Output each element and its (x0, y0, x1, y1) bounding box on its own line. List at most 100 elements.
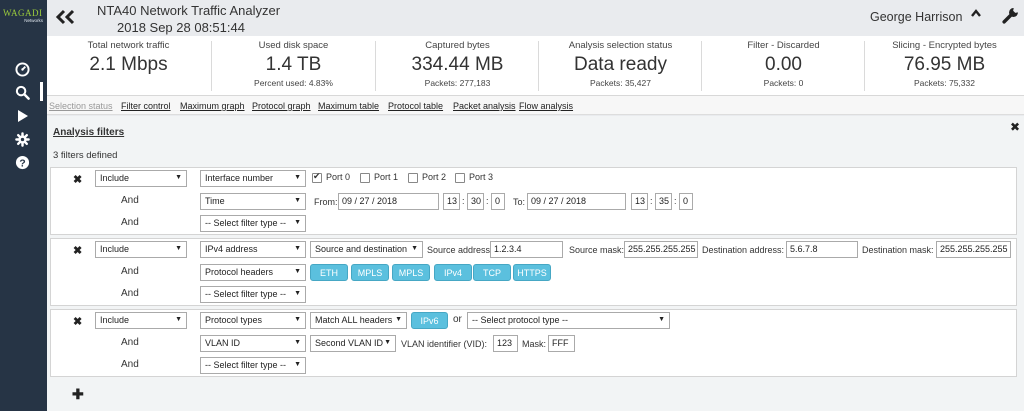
protocol-chip-tcp[interactable]: TCP (473, 264, 511, 281)
dropdown-arrow-icon: ▼ (658, 316, 665, 323)
select-value: -- Select protocol type -- (472, 315, 569, 325)
logo: WAGADI Networks (3, 8, 45, 34)
user-name[interactable]: George Harrison (870, 10, 962, 24)
tab-selection-status[interactable]: Selection status (49, 101, 113, 111)
gear-icon[interactable] (14, 131, 30, 147)
dropdown-arrow-icon: ▼ (175, 316, 182, 323)
datetime: 2018 Sep 28 08:51:44 (117, 20, 245, 35)
port-3-checkbox[interactable] (455, 173, 465, 183)
direction-select[interactable]: Source and destination ▼ (310, 241, 423, 258)
filter-block-2: ✖ Include ▼ IPv4 address ▼ Source and dest… (50, 238, 1017, 306)
protocol-chip-ipv6[interactable]: IPv6 (411, 312, 448, 329)
include-select[interactable]: Include ▼ (95, 241, 187, 258)
stat-value: 1.4 TB (265, 54, 322, 75)
filter-type-select[interactable]: IPv4 address ▼ (200, 241, 306, 258)
play-icon[interactable] (14, 108, 30, 124)
vid-input[interactable]: 123 (493, 335, 518, 352)
stat-slicing-encrypted: Slicing - Encrypted bytes 76.95 MB Packe… (865, 36, 1024, 96)
port-0-checkbox[interactable] (312, 171, 322, 183)
to-second-input[interactable]: 0 (679, 193, 693, 210)
stat-sub: Packets: 35,427 (590, 78, 651, 88)
remove-icon[interactable]: ✖ (73, 315, 82, 328)
stat-filter-discarded: Filter - Discarded 0.00 Packets: 0 (702, 36, 865, 96)
tab-maximum-table[interactable]: Maximum table (318, 101, 379, 111)
tab-maximum-graph[interactable]: Maximum graph (180, 101, 245, 111)
protocol-type-select[interactable]: -- Select protocol type -- ▼ (467, 312, 670, 329)
dropdown-arrow-icon: ▼ (294, 339, 301, 346)
search-icon[interactable] (14, 84, 30, 100)
and-label: And (121, 288, 139, 299)
from-second-input[interactable]: 0 (491, 193, 505, 210)
protocol-chip-mpls[interactable]: MPLS (392, 264, 430, 281)
caret-up-icon[interactable] (970, 8, 982, 21)
stat-label: Captured bytes (425, 40, 490, 51)
from-hour-input[interactable]: 13 (443, 193, 460, 210)
add-filter-type-select[interactable]: -- Select filter type -- ▼ (200, 357, 306, 374)
stat-value: 334.44 MB (411, 54, 504, 75)
and-label: And (121, 217, 139, 228)
wrench-icon[interactable] (1002, 7, 1019, 27)
add-filter-type-select[interactable]: -- Select filter type -- ▼ (200, 286, 306, 303)
filters-count: 3 filters defined (53, 150, 118, 161)
time-separator: : (650, 196, 653, 206)
to-minute-input[interactable]: 35 (655, 193, 672, 210)
from-label: From: (314, 197, 338, 207)
dashboard-icon[interactable] (14, 61, 30, 77)
active-indicator (40, 82, 43, 101)
dropdown-arrow-icon: ▼ (294, 316, 301, 323)
to-hour-input[interactable]: 13 (631, 193, 648, 210)
stat-disk-space: Used disk space 1.4 TB Percent used: 4.8… (212, 36, 375, 96)
tab-packet-analysis[interactable]: Packet analysis (453, 101, 516, 111)
vlan-id-select[interactable]: VLAN ID ▼ (200, 335, 306, 352)
remove-icon[interactable]: ✖ (73, 244, 82, 257)
source-address-input[interactable]: 1.2.3.4 (490, 241, 563, 258)
filter-type-select[interactable]: Protocol types ▼ (200, 312, 306, 329)
source-mask-input[interactable]: 255.255.255.255 (624, 241, 698, 258)
tab-protocol-graph[interactable]: Protocol graph (252, 101, 311, 111)
match-select[interactable]: Match ALL headers ▼ (310, 312, 407, 329)
dropdown-arrow-icon: ▼ (411, 245, 418, 252)
filter-type-select[interactable]: Interface number ▼ (200, 170, 306, 187)
add-icon[interactable]: ✚ (72, 386, 84, 403)
analysis-filters-panel: Analysis filters ✖ 3 filters defined ✖ I… (47, 116, 1024, 411)
port-2-label: Port 2 (422, 172, 447, 182)
dropdown-arrow-icon: ▼ (294, 290, 301, 297)
protocol-chip-https[interactable]: HTTPS (513, 264, 551, 281)
destination-address-input[interactable]: 5.6.7.8 (786, 241, 858, 258)
include-select[interactable]: Include ▼ (95, 312, 187, 329)
include-select[interactable]: Include ▼ (95, 170, 187, 187)
tab-flow-analysis[interactable]: Flow analysis (519, 101, 573, 111)
select-value: VLAN ID (205, 338, 241, 348)
protocol-headers-select[interactable]: Protocol headers ▼ (200, 264, 306, 281)
destination-mask-input[interactable]: 255.255.255.255 (936, 241, 1011, 258)
mask-input[interactable]: FFF (548, 335, 575, 352)
tab-protocol-table[interactable]: Protocol table (388, 101, 443, 111)
help-icon[interactable]: ? (14, 154, 30, 170)
add-filter-type-select[interactable]: -- Select filter type -- ▼ (200, 215, 306, 232)
close-icon[interactable]: ✖ (1010, 120, 1020, 134)
time-separator: : (674, 196, 677, 206)
protocol-chip-mpls[interactable]: MPLS (351, 264, 389, 281)
dropdown-arrow-icon: ▼ (395, 316, 402, 323)
app-title: NTA40 Network Traffic Analyzer (97, 3, 281, 18)
back-icon[interactable] (55, 9, 77, 28)
header: NTA40 Network Traffic Analyzer 2018 Sep … (47, 0, 1024, 36)
destination-mask-label: Destination mask: (862, 245, 934, 255)
source-mask-label: Source mask: (569, 245, 625, 255)
tab-filter-control[interactable]: Filter control (121, 101, 171, 111)
time-separator: : (486, 196, 489, 206)
from-date-input[interactable]: 09 / 27 / 2018 (338, 193, 439, 210)
filter-block-3: ✖ Include ▼ Protocol types ▼ Match ALL hea… (50, 309, 1017, 377)
sidebar: WAGADI Networks ? (0, 0, 47, 411)
protocol-chip-eth[interactable]: ETH (310, 264, 348, 281)
vlan-which-select[interactable]: Second VLAN ID ▼ (310, 335, 396, 352)
dropdown-arrow-icon: ▼ (294, 268, 301, 275)
from-minute-input[interactable]: 30 (467, 193, 484, 210)
dropdown-arrow-icon: ▼ (384, 339, 391, 346)
protocol-chip-ipv4[interactable]: IPv4 (434, 264, 472, 281)
port-2-checkbox[interactable] (408, 173, 418, 183)
port-1-checkbox[interactable] (360, 173, 370, 183)
remove-icon[interactable]: ✖ (73, 173, 82, 186)
time-type-select[interactable]: Time ▼ (200, 193, 306, 210)
to-date-input[interactable]: 09 / 27 / 2018 (527, 193, 626, 210)
